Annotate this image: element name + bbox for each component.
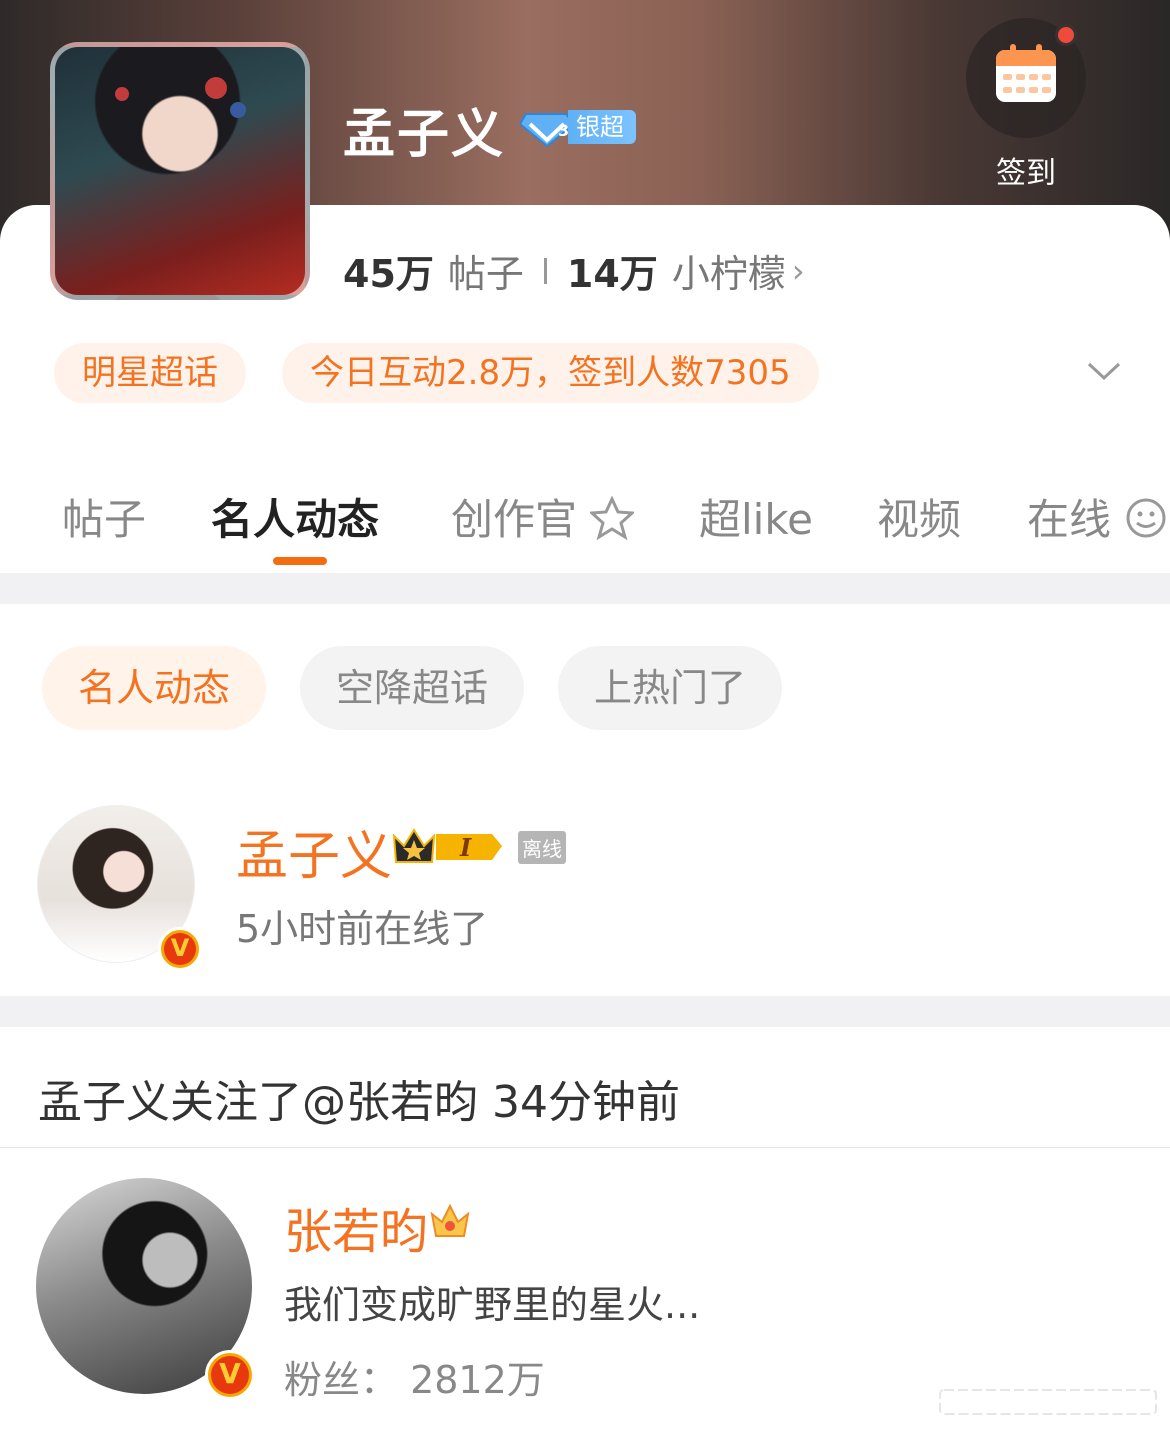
diamond-icon: 3: [520, 113, 574, 148]
row-divider: [0, 1147, 1170, 1148]
crown-level-badge: I: [392, 828, 502, 863]
subtab-trending[interactable]: 上热门了: [558, 646, 783, 730]
tab-creator-label: 创作官: [451, 495, 578, 544]
tab-celebrity-updates[interactable]: 名人动态: [211, 486, 379, 547]
silver-supertopic-badge[interactable]: 3 银超: [520, 106, 636, 148]
tab-creator[interactable]: 创作官: [451, 486, 636, 547]
posts-count: 45万: [343, 252, 434, 296]
checkin-button[interactable]: [966, 18, 1086, 138]
last-seen-text: 5小时前在线了: [236, 907, 489, 951]
lemons-label: 小柠檬: [671, 252, 786, 296]
verified-badge: V: [205, 1350, 255, 1400]
chevron-right-icon: ›: [791, 251, 805, 290]
tab-online-label: 在线: [1027, 495, 1112, 544]
active-tab-indicator: [273, 557, 327, 565]
stats-row[interactable]: 45万 帖子 14万 小柠檬 ›: [343, 243, 805, 298]
smile-icon: [1126, 498, 1166, 538]
user-name[interactable]: 孟子义: [236, 814, 392, 889]
calendar-icon: [996, 44, 1056, 102]
tab-super-like[interactable]: 超like: [699, 486, 813, 547]
notification-dot: [1055, 24, 1077, 46]
user-bio: 我们变成旷野里的星火...: [284, 1283, 701, 1327]
tab-bar: 帖子 名人动态 创作官 超like 视频 在线: [0, 478, 1170, 573]
tab-online[interactable]: 在线: [1027, 486, 1168, 547]
lemons-count: 14万: [566, 252, 658, 296]
subtab-airdrop[interactable]: 空降超话: [300, 646, 525, 730]
section-divider: [0, 573, 1170, 604]
tab-posts[interactable]: 帖子: [62, 486, 146, 547]
level-text: I: [459, 833, 472, 862]
star-icon: [588, 495, 636, 541]
checkin-label[interactable]: 签到: [966, 148, 1086, 192]
follow-event-text: 孟子义关注了@张若昀 34分钟前: [38, 1077, 680, 1128]
subtab-celebrity-updates[interactable]: 名人动态: [42, 646, 267, 730]
posts-label: 帖子: [447, 252, 524, 296]
fans-count: 粉丝： 2812万: [284, 1358, 545, 1402]
crown-icon: [430, 1203, 470, 1237]
section-divider: [0, 996, 1170, 1027]
supertopic-avatar[interactable]: [50, 42, 310, 300]
tab-video[interactable]: 视频: [877, 486, 961, 547]
verified-badge: V: [158, 927, 202, 971]
user-name[interactable]: 张若昀: [284, 1192, 428, 1262]
chevron-down-icon[interactable]: [1086, 356, 1122, 386]
watermark-pattern: [939, 1389, 1157, 1415]
badge-label: 银超: [568, 110, 636, 144]
stats-divider: [543, 257, 547, 284]
activity-tag[interactable]: 今日互动2.8万，签到人数7305: [282, 343, 819, 403]
category-tag[interactable]: 明星超话: [54, 343, 246, 403]
page-title: 孟子义: [343, 105, 506, 165]
status-badge: 离线: [518, 831, 566, 864]
